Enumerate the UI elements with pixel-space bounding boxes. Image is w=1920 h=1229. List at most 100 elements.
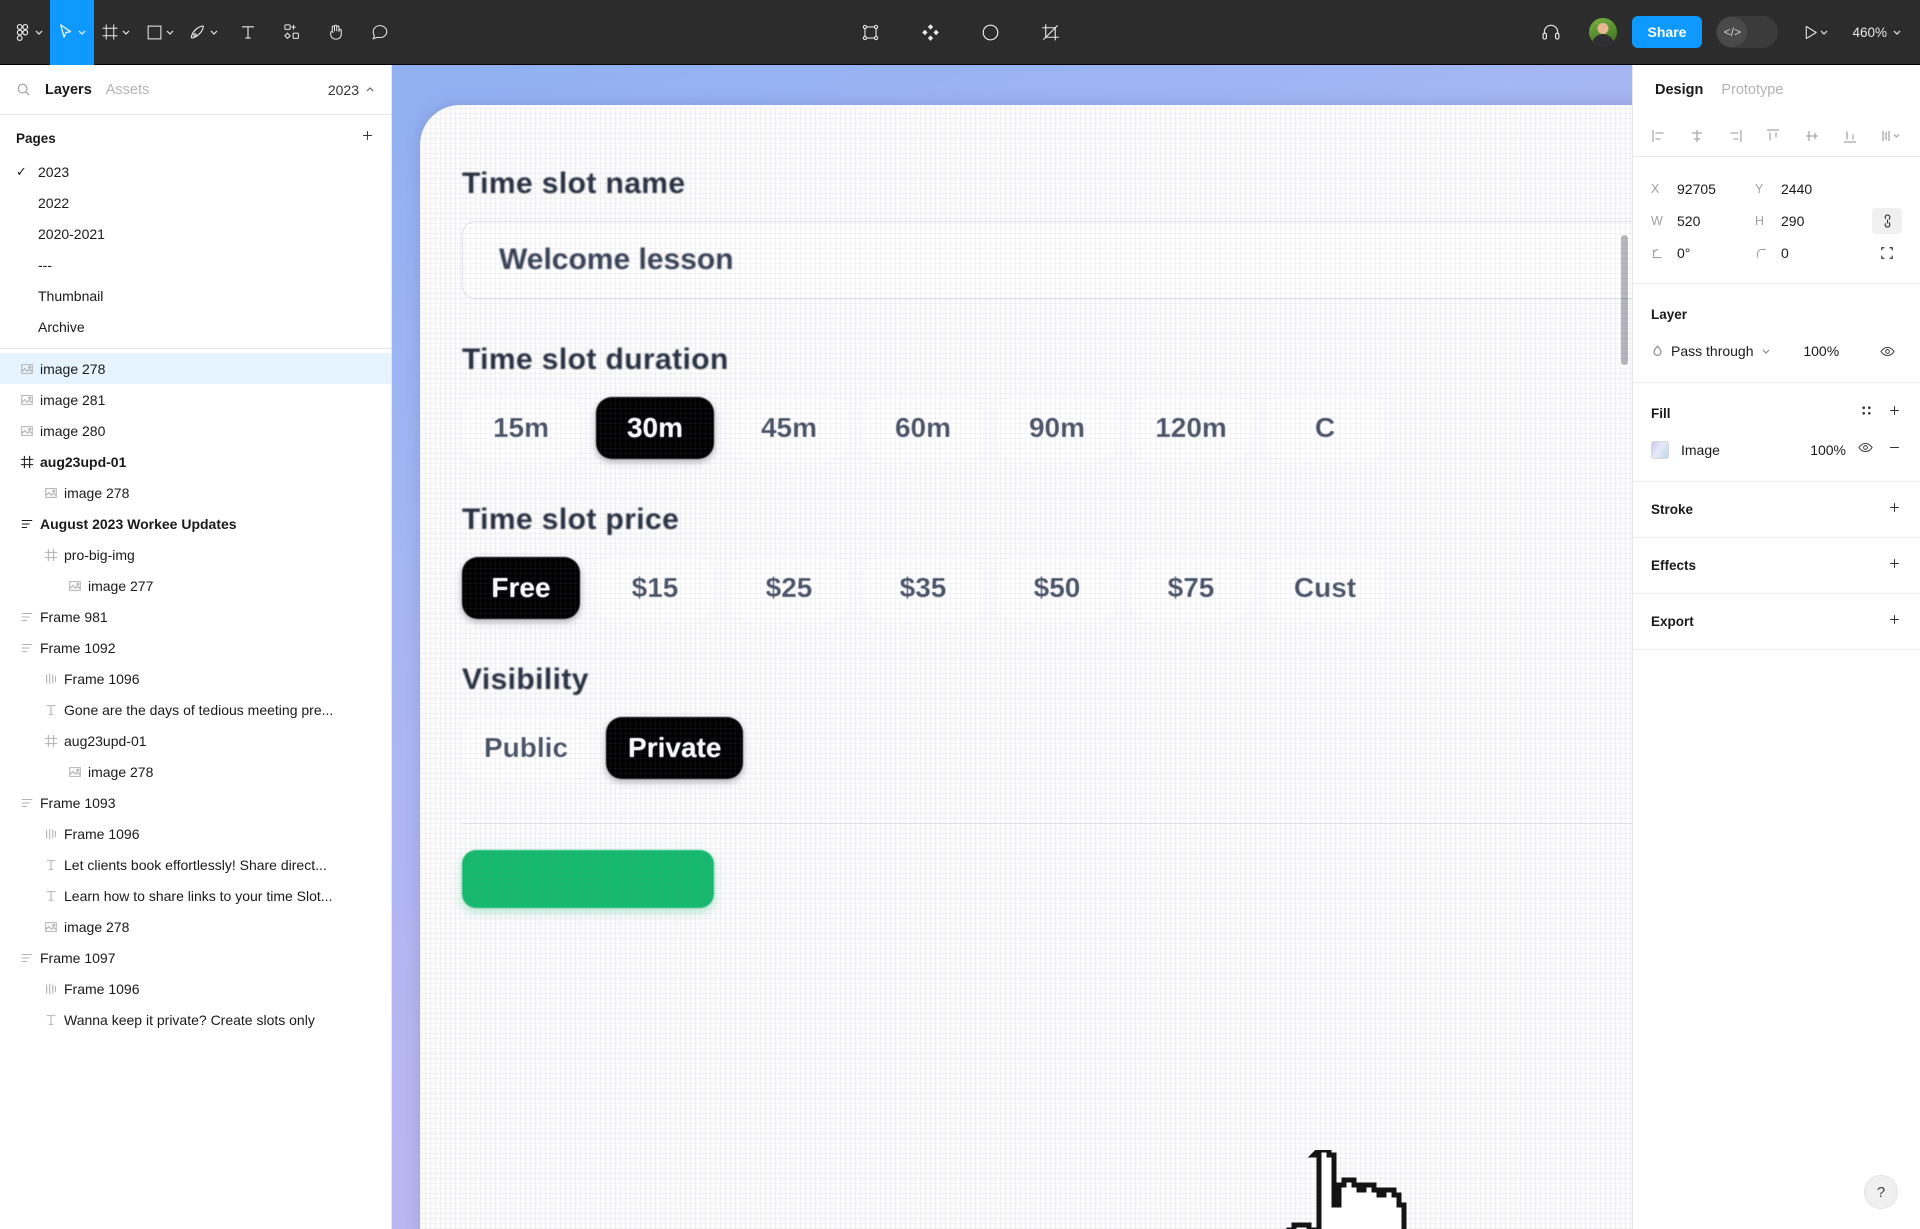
text-tool-button[interactable] <box>226 0 270 65</box>
vector-edit-button[interactable] <box>847 9 893 55</box>
layer-row[interactable]: Frame 1092 <box>0 632 391 663</box>
layer-row[interactable]: Frame 1096 <box>0 973 391 1004</box>
mockup-option-pill[interactable]: $15 <box>596 557 714 619</box>
rotation-field[interactable]: 0° <box>1651 245 1755 261</box>
mockup-option-pill[interactable]: 15m <box>462 397 580 459</box>
fill-visibility-toggle[interactable] <box>1858 440 1873 460</box>
components-button[interactable] <box>907 9 953 55</box>
share-button[interactable]: Share <box>1631 16 1703 48</box>
mockup-option-pill[interactable]: Cust <box>1266 557 1384 619</box>
page-item-thumbnail[interactable]: ✓Thumbnail <box>0 280 391 311</box>
pen-tool-button[interactable] <box>182 0 226 65</box>
layer-row[interactable]: August 2023 Workee Updates <box>0 508 391 539</box>
tab-assets[interactable]: Assets <box>106 82 150 98</box>
layer-row[interactable]: image 278 <box>0 477 391 508</box>
dev-mode-toggle[interactable]: </> <box>1716 16 1779 48</box>
fill-swatch[interactable] <box>1651 441 1669 459</box>
mockup-primary-button[interactable] <box>462 850 714 908</box>
constrain-proportions-button[interactable] <box>1872 208 1902 234</box>
tab-design[interactable]: Design <box>1655 82 1703 98</box>
move-tool-button[interactable] <box>50 0 94 65</box>
mockup-option-pill[interactable]: 90m <box>998 397 1116 459</box>
blend-mode-selector[interactable]: Pass through <box>1651 343 1771 359</box>
tab-prototype[interactable]: Prototype <box>1721 82 1783 98</box>
mockup-option-pill[interactable]: $75 <box>1132 557 1250 619</box>
mockup-option-pill[interactable]: C <box>1266 397 1384 459</box>
page-selector[interactable]: 2023 <box>328 82 375 98</box>
canvas-scrollbar[interactable] <box>1621 235 1628 365</box>
page-item-2023[interactable]: ✓ 2023 <box>0 156 391 187</box>
zoom-control[interactable]: 460% <box>1852 25 1902 40</box>
headphones-button[interactable] <box>1528 9 1574 55</box>
align-top-icon[interactable] <box>1765 128 1781 144</box>
layer-row[interactable]: Frame 981 <box>0 601 391 632</box>
fill-type-label[interactable]: Image <box>1681 442 1720 458</box>
mask-button[interactable] <box>967 9 1013 55</box>
layer-row[interactable]: image 277 <box>0 570 391 601</box>
tab-layers[interactable]: Layers <box>45 82 92 98</box>
page-item-archive[interactable]: ✓Archive <box>0 311 391 342</box>
mockup-option-pill[interactable]: Private <box>606 717 744 779</box>
align-right-icon[interactable] <box>1727 128 1743 144</box>
frame-tool-button[interactable] <box>94 0 138 65</box>
hand-tool-button[interactable] <box>314 0 358 65</box>
add-export-button[interactable] <box>1887 612 1902 632</box>
mockup-option-pill[interactable]: 30m <box>596 397 714 459</box>
layer-row[interactable]: image 278 <box>0 353 391 384</box>
mockup-option-pill[interactable]: 45m <box>730 397 848 459</box>
layer-row[interactable]: Learn how to share links to your time Sl… <box>0 880 391 911</box>
layer-row[interactable]: Let clients book effortlessly! Share dir… <box>0 849 391 880</box>
layer-row[interactable]: image 280 <box>0 415 391 446</box>
mockup-option-pill[interactable]: $50 <box>998 557 1116 619</box>
layer-row[interactable]: Frame 1096 <box>0 663 391 694</box>
mockup-option-pill[interactable]: Public <box>462 717 591 779</box>
comment-tool-button[interactable] <box>358 0 402 65</box>
layer-opacity-value[interactable]: 100% <box>1803 343 1839 359</box>
width-field[interactable]: W 520 <box>1651 213 1755 229</box>
mockup-time-slot-name-input[interactable]: Welcome lesson <box>462 221 1632 299</box>
layer-row[interactable]: Gone are the days of tedious meeting pre… <box>0 694 391 725</box>
y-field[interactable]: Y 2440 <box>1755 181 1859 197</box>
page-item-2020-2021[interactable]: ✓2020-2021 <box>0 218 391 249</box>
layer-row[interactable]: image 281 <box>0 384 391 415</box>
present-button[interactable] <box>1792 9 1838 55</box>
plus-icon[interactable] <box>360 128 375 148</box>
layer-row[interactable]: Wanna keep it private? Create slots only <box>0 1004 391 1035</box>
add-stroke-button[interactable] <box>1887 500 1902 520</box>
layer-row[interactable]: pro-big-img <box>0 539 391 570</box>
mockup-option-pill[interactable]: 120m <box>1132 397 1250 459</box>
page-item--[interactable]: ✓--- <box>0 249 391 280</box>
canvas[interactable]: Time slot name Welcome lesson Time slot … <box>392 65 1632 1229</box>
x-field[interactable]: X 92705 <box>1651 181 1755 197</box>
align-bottom-icon[interactable] <box>1842 128 1858 144</box>
layer-row[interactable]: image 278 <box>0 911 391 942</box>
align-vertical-center-icon[interactable] <box>1804 128 1820 144</box>
align-horizontal-center-icon[interactable] <box>1689 128 1705 144</box>
layer-row[interactable]: image 278 <box>0 756 391 787</box>
height-field[interactable]: H 290 <box>1755 213 1859 229</box>
shape-tool-button[interactable] <box>138 0 182 65</box>
page-item-2022[interactable]: ✓2022 <box>0 187 391 218</box>
style-icon[interactable] <box>1860 404 1873 422</box>
fill-opacity-value[interactable]: 100% <box>1810 442 1846 458</box>
layer-visibility-toggle[interactable] <box>1872 338 1902 364</box>
crop-button[interactable] <box>1027 9 1073 55</box>
avatar[interactable] <box>1587 17 1618 47</box>
search-icon[interactable] <box>16 82 31 97</box>
layer-row[interactable]: Frame 1097 <box>0 942 391 973</box>
layer-row[interactable]: Frame 1093 <box>0 787 391 818</box>
mockup-option-pill[interactable]: $25 <box>730 557 848 619</box>
distribute-icon[interactable] <box>1880 128 1902 144</box>
add-fill-button[interactable] <box>1887 403 1902 423</box>
layer-row[interactable]: aug23upd-01 <box>0 725 391 756</box>
add-effect-button[interactable] <box>1887 556 1902 576</box>
resources-tool-button[interactable] <box>270 0 314 65</box>
mockup-option-pill[interactable]: 60m <box>864 397 982 459</box>
layer-row[interactable]: aug23upd-01 <box>0 446 391 477</box>
layer-row[interactable]: Frame 1096 <box>0 818 391 849</box>
mockup-option-pill[interactable]: Free <box>462 557 580 619</box>
corner-radius-field[interactable]: 0 <box>1755 245 1859 261</box>
mockup-option-pill[interactable]: $35 <box>864 557 982 619</box>
help-button[interactable]: ? <box>1864 1175 1898 1209</box>
align-left-icon[interactable] <box>1651 128 1667 144</box>
